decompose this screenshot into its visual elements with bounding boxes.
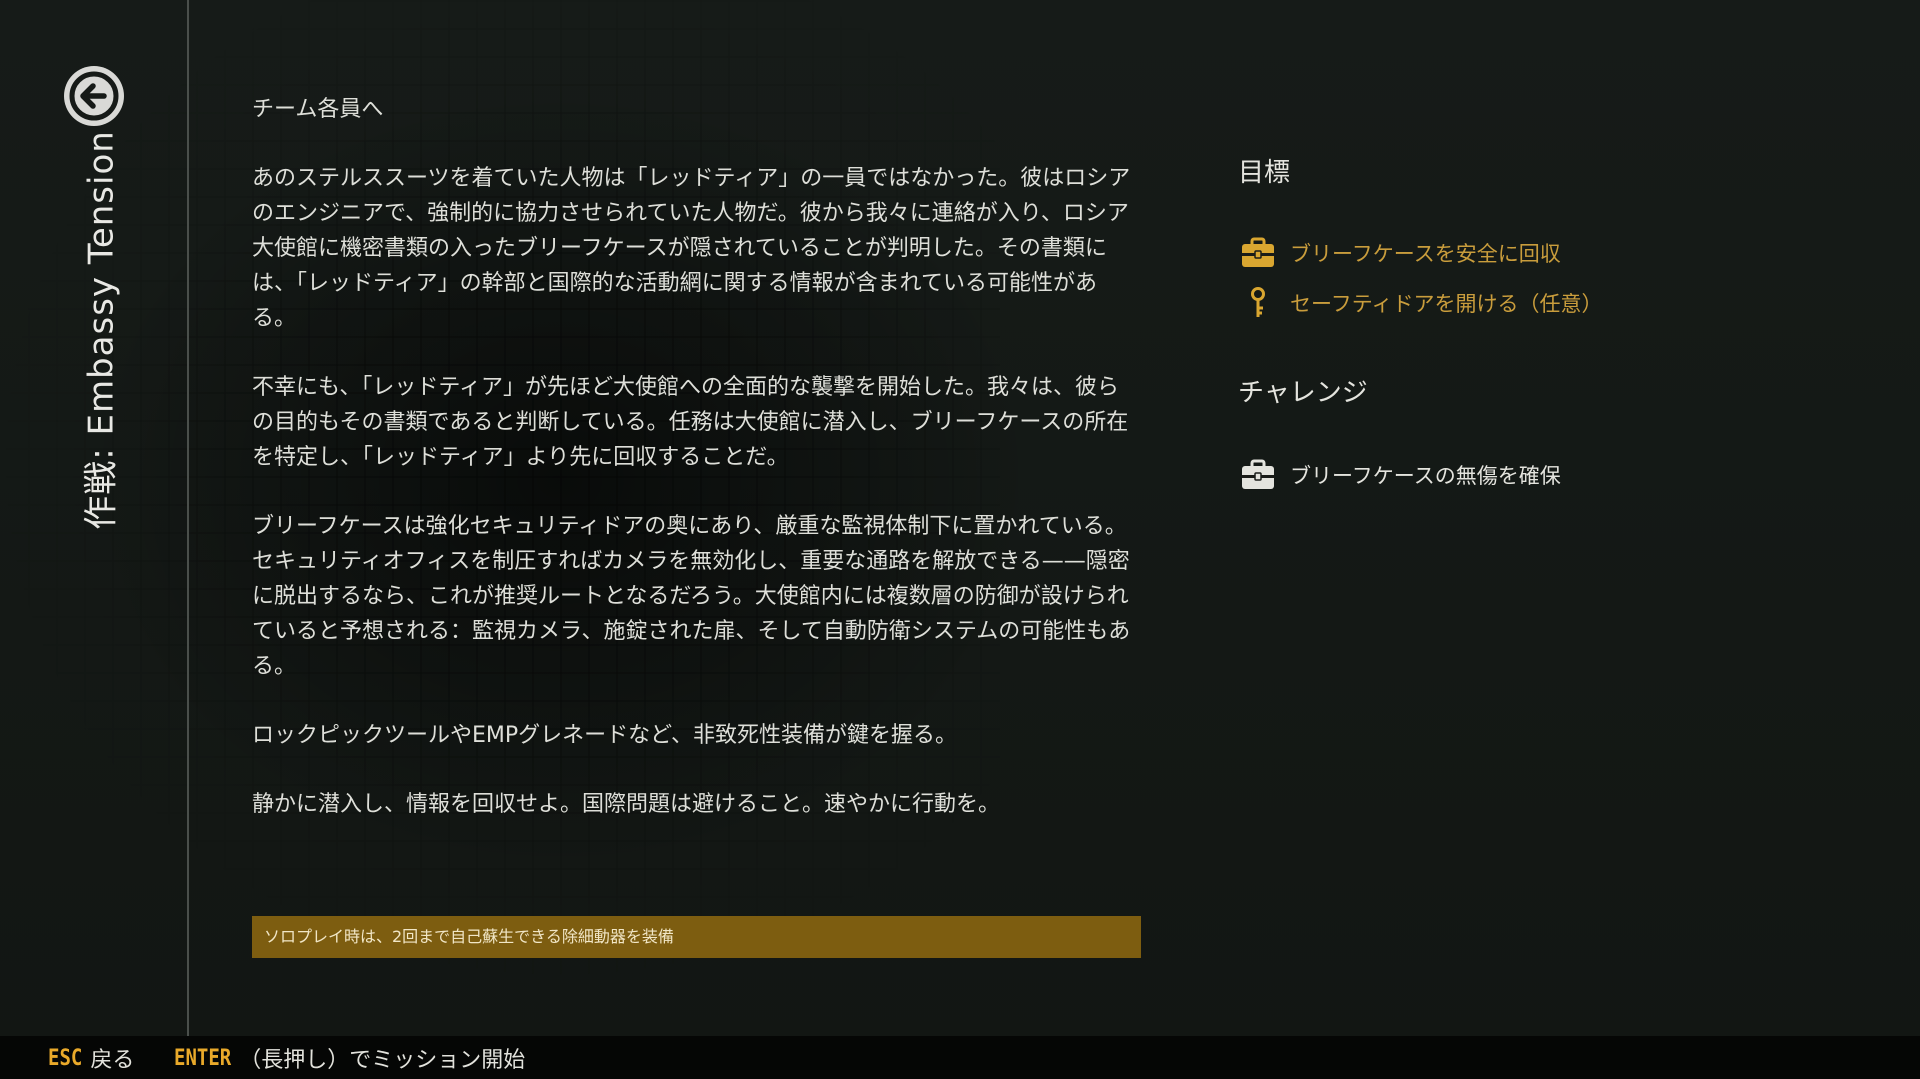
objective-item: セーフティドアを開ける（任意）	[1240, 286, 1602, 320]
key-icon	[1240, 286, 1276, 320]
objective-label: ブリーフケースを安全に回収	[1290, 242, 1561, 266]
mission-briefing-screen: 作戦: Embassy Tension チーム各員へ あのステルススーツを着てい…	[0, 0, 1920, 1079]
enter-key: ENTER	[174, 1044, 232, 1071]
start-mission-hint[interactable]: ENTER （長押し）でミッション開始	[174, 1036, 525, 1079]
briefing-greeting: チーム各員へ	[252, 97, 384, 122]
objective-item: ブリーフケースを安全に回収	[1240, 236, 1561, 270]
challenges-heading: チャレンジ	[1238, 378, 1368, 408]
solo-play-note: ソロプレイ時は、2回まで自己蘇生できる除細動器を装備	[252, 916, 1141, 958]
briefing-paragraph: ブリーフケースは強化セキュリティドアの奥にあり、厳重な監視体制下に置かれている。…	[252, 514, 1131, 679]
challenge-label: ブリーフケースの無傷を確保	[1290, 464, 1561, 488]
briefing-paragraph: 静かに潜入し、情報を回収せよ。国際問題は避けること。速やかに行動を。	[252, 792, 1001, 817]
briefing-text: チーム各員へ あのステルススーツを着ていた人物は「レッドティア」の一員ではなかっ…	[252, 92, 1132, 856]
back-button[interactable]	[64, 66, 124, 126]
briefcase-icon	[1240, 458, 1276, 492]
objectives-heading: 目標	[1238, 158, 1291, 188]
briefing-paragraph: ロックピックツールやEMPグレネードなど、非致死性装備が鍵を握る。	[252, 723, 958, 748]
objective-label: セーフティドアを開ける（任意）	[1290, 292, 1603, 316]
back-hint-label: 戻る	[90, 1047, 135, 1073]
briefcase-icon	[1240, 236, 1276, 270]
back-hint[interactable]: ESC 戻る	[48, 1036, 134, 1079]
sidebar-divider	[187, 0, 189, 1036]
arrow-left-icon	[69, 71, 119, 121]
briefing-paragraph: あのステルススーツを着ていた人物は「レッドティア」の一員ではなかった。彼はロシア…	[252, 166, 1131, 331]
briefing-paragraph: 不幸にも、「レッドティア」が先ほど大使館への全面的な襲撃を開始した。我々は、彼ら…	[252, 375, 1129, 470]
start-mission-hint-label: （長押し）でミッション開始	[239, 1047, 526, 1073]
esc-key: ESC	[48, 1044, 83, 1071]
challenge-item: ブリーフケースの無傷を確保	[1240, 458, 1561, 492]
mission-title: 作戦: Embassy Tension	[81, 130, 122, 530]
